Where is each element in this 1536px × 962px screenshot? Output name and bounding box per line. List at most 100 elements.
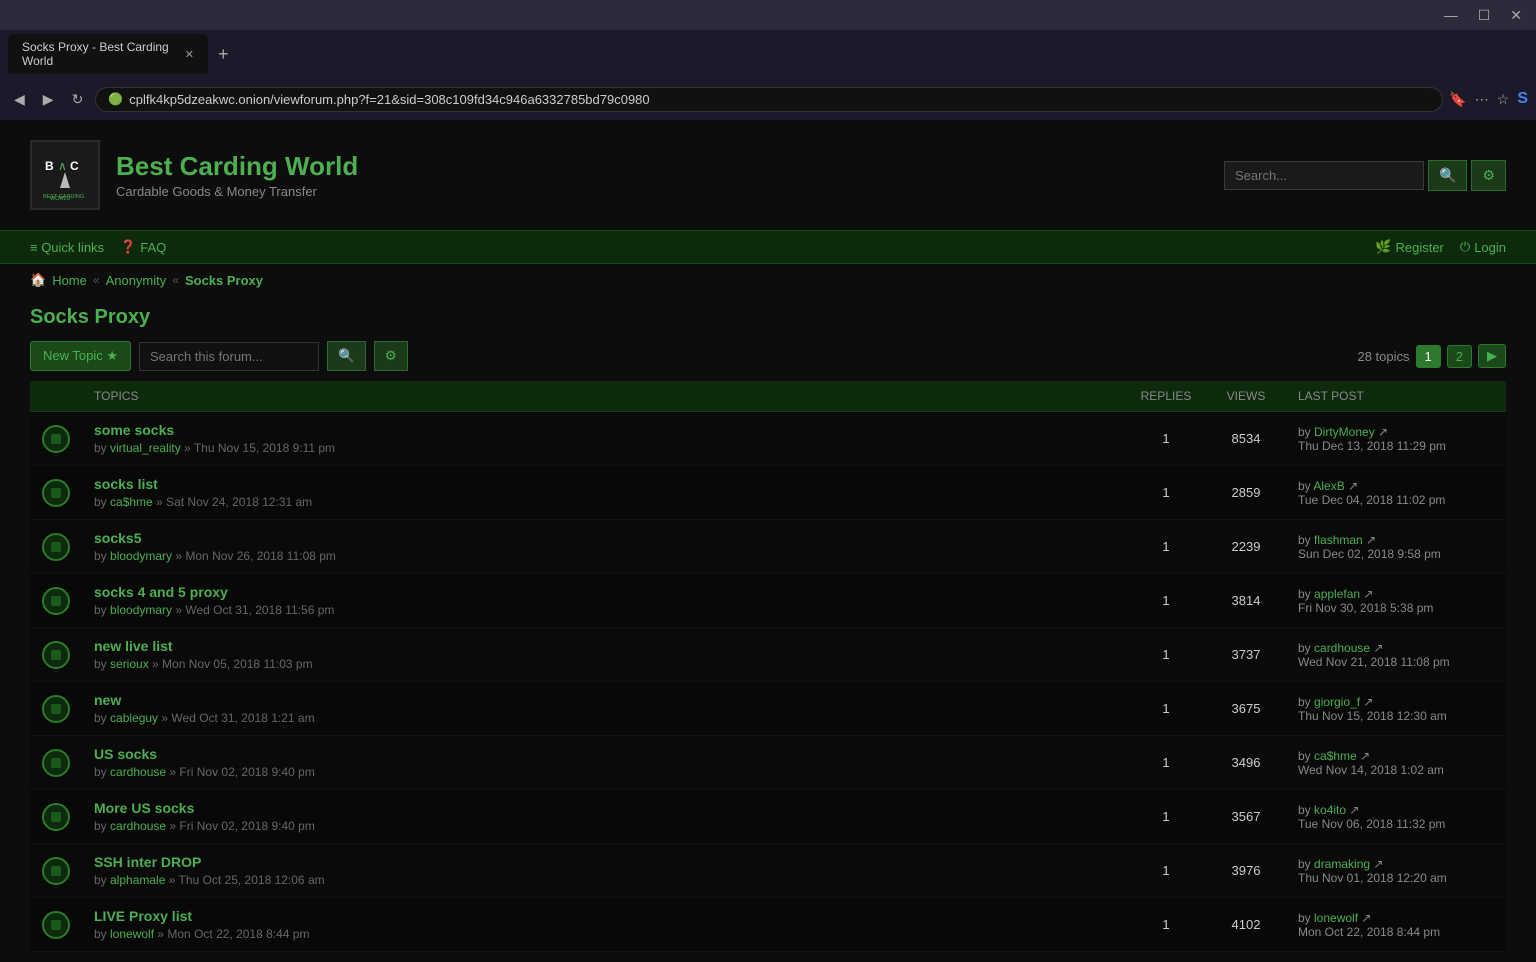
breadcrumb-sep-2: « <box>172 273 179 287</box>
register-link[interactable]: 🌿 Register <box>1375 239 1444 255</box>
forum-search-button[interactable]: 🔍 <box>327 341 366 371</box>
topic-icon-cell <box>30 844 82 898</box>
next-page-button[interactable]: ▶ <box>1478 344 1506 368</box>
page-2-button[interactable]: 2 <box>1447 345 1472 368</box>
forum-settings-button[interactable]: ⚙ <box>374 341 408 371</box>
last-post-author-link[interactable]: DirtyMoney <box>1314 425 1375 439</box>
topic-title-cell: SSH inter DROP by alphamale » Thu Oct 25… <box>82 844 1126 898</box>
topic-views: 3976 <box>1206 844 1286 898</box>
topic-views: 8534 <box>1206 412 1286 466</box>
topic-title-link[interactable]: some socks <box>94 422 174 438</box>
tab-close-button[interactable]: ✕ <box>185 48 194 61</box>
topic-last-post: by DirtyMoney ↗ Thu Dec 13, 2018 11:29 p… <box>1286 412 1506 466</box>
last-post-author-link[interactable]: ko4ito <box>1314 803 1346 817</box>
browser-toolbar: ◀ ▶ ↻ 🟢 🔖 ⋯ ☆ S <box>0 78 1536 120</box>
topic-author-link[interactable]: cableguy <box>110 711 158 725</box>
table-row: new live list by serioux » Mon Nov 05, 2… <box>30 628 1506 682</box>
topic-replies: 1 <box>1126 574 1206 628</box>
close-button[interactable]: ✕ <box>1504 5 1528 26</box>
minimize-button[interactable]: — <box>1438 5 1464 25</box>
back-button[interactable]: ◀ <box>8 87 31 112</box>
topic-views: 3567 <box>1206 790 1286 844</box>
topic-title-link[interactable]: LIVE Proxy list <box>94 908 192 924</box>
topic-title-link[interactable]: socks5 <box>94 530 141 546</box>
nav-bar: ≡ Quick links ❓ FAQ 🌿 Register ⏻ Login <box>0 230 1536 264</box>
topic-icon-cell <box>30 682 82 736</box>
topic-status-icon <box>42 749 70 777</box>
breadcrumb-home[interactable]: Home <box>52 273 87 288</box>
last-post-icon: ↗ <box>1373 641 1383 655</box>
site-header: B ∧ C BEST CARDING WORLD Best Carding Wo… <box>0 120 1536 230</box>
new-topic-button[interactable]: New Topic ★ <box>30 341 131 371</box>
faq-link[interactable]: ❓ FAQ <box>120 239 166 255</box>
topic-status-icon <box>42 641 70 669</box>
topics-table-body: some socks by virtual_reality » Thu Nov … <box>30 412 1506 952</box>
profile-icon[interactable]: S <box>1517 90 1528 108</box>
last-post-author-link[interactable]: cardhouse <box>1314 641 1370 655</box>
browser-chrome: — ☐ ✕ Socks Proxy - Best Carding World ✕… <box>0 0 1536 120</box>
topic-title-link[interactable]: More US socks <box>94 800 194 816</box>
table-row: some socks by virtual_reality » Thu Nov … <box>30 412 1506 466</box>
topic-replies: 1 <box>1126 898 1206 952</box>
new-tab-button[interactable]: + <box>212 42 235 67</box>
last-post-author-link[interactable]: applefan <box>1314 587 1360 601</box>
last-post-author-link[interactable]: ca$hme <box>1314 749 1357 763</box>
refresh-button[interactable]: ↻ <box>66 87 90 112</box>
topic-last-post: by ko4ito ↗ Tue Nov 06, 2018 11:32 pm <box>1286 790 1506 844</box>
topic-author-link[interactable]: bloodymary <box>110 549 172 563</box>
nav-right: 🌿 Register ⏻ Login <box>1375 239 1506 255</box>
site-search-input[interactable] <box>1224 161 1424 190</box>
topic-author-link[interactable]: virtual_reality <box>110 441 181 455</box>
star-icon[interactable]: ☆ <box>1497 91 1510 108</box>
topic-author-link[interactable]: cardhouse <box>110 765 166 779</box>
window-controls: — ☐ ✕ <box>1438 5 1528 26</box>
address-bar[interactable] <box>129 92 1430 107</box>
topic-title-link[interactable]: socks list <box>94 476 158 492</box>
topic-title-link[interactable]: new live list <box>94 638 173 654</box>
svg-text:C: C <box>70 159 79 173</box>
topic-replies: 1 <box>1126 412 1206 466</box>
last-post-author-link[interactable]: AlexB <box>1313 479 1344 493</box>
topic-title-cell: US socks by cardhouse » Fri Nov 02, 2018… <box>82 736 1126 790</box>
topic-title-link[interactable]: SSH inter DROP <box>94 854 201 870</box>
maximize-button[interactable]: ☐ <box>1472 5 1497 26</box>
topic-title-link[interactable]: US socks <box>94 746 157 762</box>
topic-views: 3737 <box>1206 628 1286 682</box>
topic-last-post: by lonewolf ↗ Mon Oct 22, 2018 8:44 pm <box>1286 898 1506 952</box>
topic-title-link[interactable]: new <box>94 692 121 708</box>
table-row: socks list by ca$hme » Sat Nov 24, 2018 … <box>30 466 1506 520</box>
menu-icon[interactable]: ⋯ <box>1475 91 1489 108</box>
site-search-button[interactable]: 🔍 <box>1428 160 1467 191</box>
faq-label: FAQ <box>140 240 166 255</box>
forum-title: Socks Proxy <box>30 306 1506 329</box>
topic-title-link[interactable]: socks 4 and 5 proxy <box>94 584 228 600</box>
topic-author-link[interactable]: lonewolf <box>110 927 154 941</box>
quicklinks-menu[interactable]: ≡ Quick links <box>30 240 104 255</box>
topic-title-cell: More US socks by cardhouse » Fri Nov 02,… <box>82 790 1126 844</box>
last-post-author-link[interactable]: flashman <box>1314 533 1363 547</box>
forward-button[interactable]: ▶ <box>37 87 60 112</box>
last-post-icon: ↗ <box>1360 749 1370 763</box>
topic-author-link[interactable]: serioux <box>110 657 149 671</box>
forum-section: Socks Proxy New Topic ★ 🔍 ⚙ 28 topics 1 … <box>0 296 1536 962</box>
topic-author-link[interactable]: ca$hme <box>110 495 153 509</box>
topic-author-link[interactable]: alphamale <box>110 873 165 887</box>
col-icon <box>30 381 82 412</box>
site-settings-button[interactable]: ⚙ <box>1471 160 1506 191</box>
last-post-author-link[interactable]: giorgio_f <box>1314 695 1360 709</box>
topic-last-post: by ca$hme ↗ Wed Nov 14, 2018 1:02 am <box>1286 736 1506 790</box>
last-post-author-link[interactable]: lonewolf <box>1314 911 1358 925</box>
topic-icon-cell <box>30 466 82 520</box>
breadcrumb-anonymity[interactable]: Anonymity <box>106 273 167 288</box>
login-link[interactable]: ⏻ Login <box>1460 239 1506 255</box>
topic-author-link[interactable]: cardhouse <box>110 819 166 833</box>
topic-title-cell: socks list by ca$hme » Sat Nov 24, 2018 … <box>82 466 1126 520</box>
bookmark-icon[interactable]: 🔖 <box>1449 91 1466 108</box>
page-1-button[interactable]: 1 <box>1416 345 1441 368</box>
last-post-author-link[interactable]: dramaking <box>1314 857 1370 871</box>
forum-search-input[interactable] <box>139 342 319 371</box>
topic-last-post: by AlexB ↗ Tue Dec 04, 2018 11:02 pm <box>1286 466 1506 520</box>
active-tab[interactable]: Socks Proxy - Best Carding World ✕ <box>8 34 208 74</box>
topic-last-post: by dramaking ↗ Thu Nov 01, 2018 12:20 am <box>1286 844 1506 898</box>
topic-author-link[interactable]: bloodymary <box>110 603 172 617</box>
